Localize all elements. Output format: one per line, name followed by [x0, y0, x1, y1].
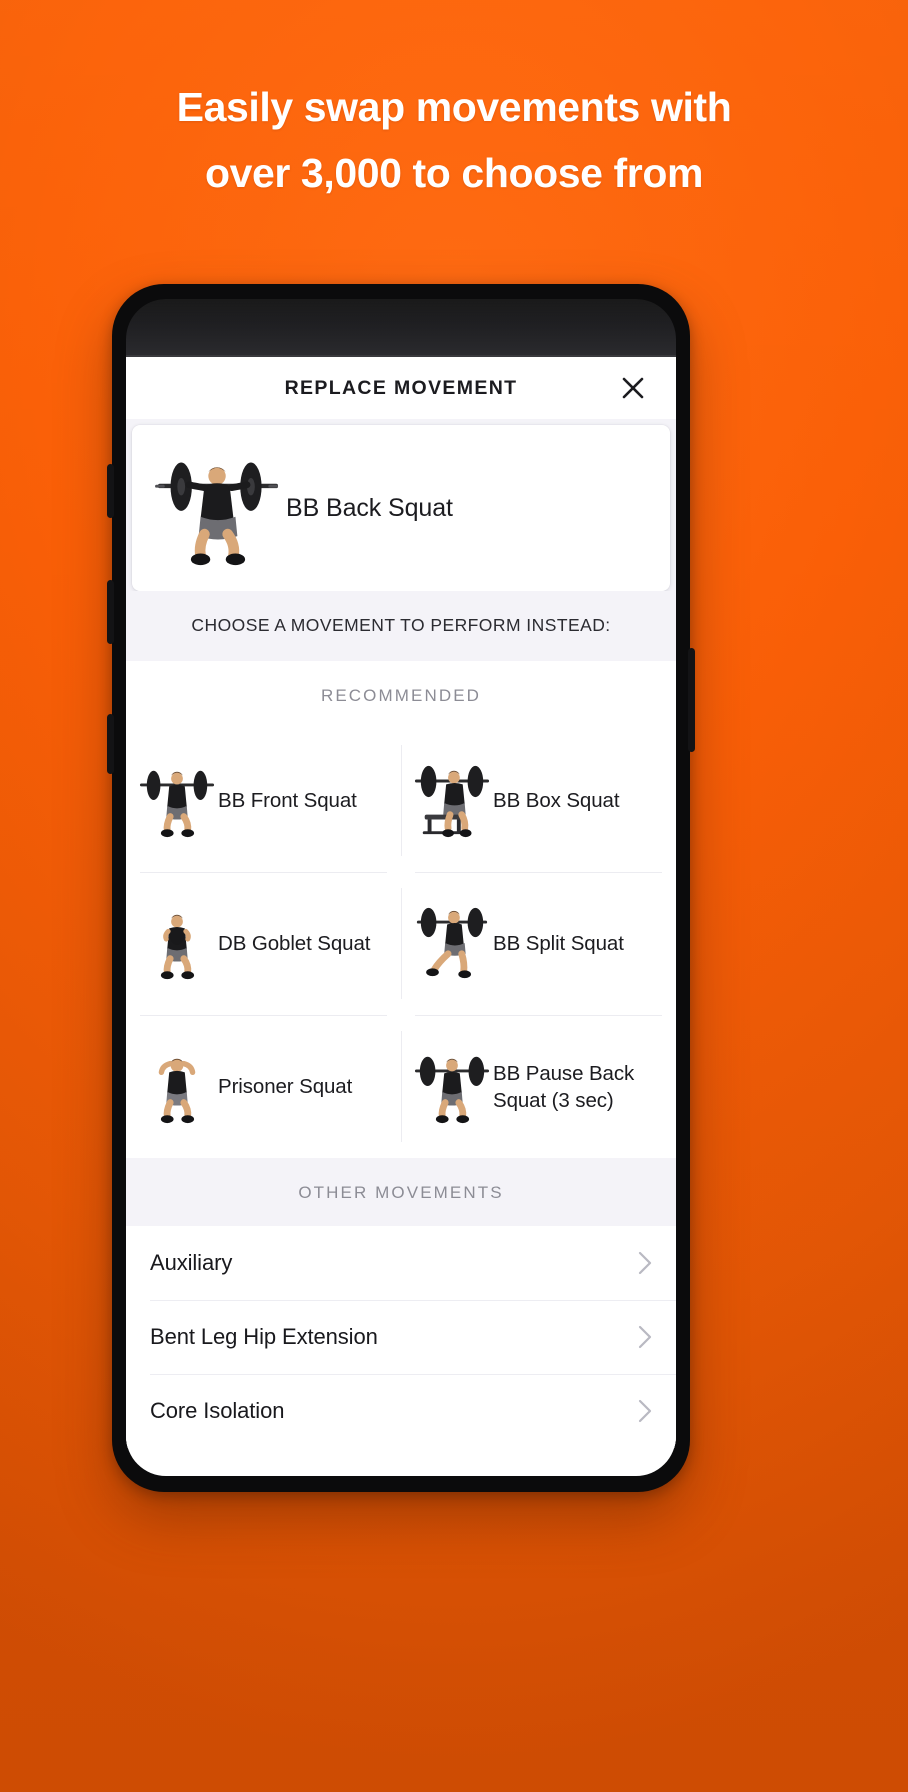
- recommended-item-bb-box-squat[interactable]: BB Box Squat: [401, 729, 676, 872]
- chevron-right-icon: [637, 1323, 654, 1351]
- recommended-item-label: BB Split Squat: [493, 932, 624, 955]
- other-movements-section: OTHER MOVEMENTS Auxiliary Bent Leg Hip E…: [126, 1158, 676, 1448]
- recommended-section-label: RECOMMENDED: [320, 686, 482, 705]
- other-movements-list: Auxiliary Bent Leg Hip Extension Core Is…: [126, 1226, 676, 1448]
- current-movement-name: BB Back Squat: [286, 493, 453, 522]
- recommended-item-label: Prisoner Squat: [218, 1075, 353, 1098]
- recommended-item-label: BB Box Squat: [493, 789, 620, 812]
- recommended-grid: BB Front Squat BB Box Squat DB Goblet Sq…: [126, 729, 676, 1158]
- list-item-auxiliary[interactable]: Auxiliary: [126, 1226, 676, 1300]
- chevron-right-icon: [637, 1249, 654, 1277]
- barbell-back-squat-figure: [150, 447, 286, 569]
- recommended-item-db-goblet-squat[interactable]: DB Goblet Squat: [126, 872, 401, 1015]
- other-movements-section-label: OTHER MOVEMENTS: [298, 1183, 504, 1202]
- recommended-item-label: BB Pause Back Squat (3 sec): [493, 1061, 635, 1112]
- dumbbell-goblet-squat-figure: [136, 905, 218, 983]
- volume-up-button[interactable]: [107, 464, 114, 518]
- current-movement-card[interactable]: BB Back Squat: [132, 425, 670, 591]
- current-movement-section: BB Back Squat: [126, 419, 676, 591]
- list-item-bent-leg-hip-extension[interactable]: Bent Leg Hip Extension: [126, 1300, 676, 1374]
- barbell-split-squat-figure: [411, 905, 493, 983]
- list-item-label: Bent Leg Hip Extension: [150, 1324, 378, 1349]
- recommended-section: RECOMMENDED BB Front Squat BB Box Squat …: [126, 661, 676, 1158]
- promo-headline: Easily swap movements with over 3,000 to…: [0, 74, 908, 206]
- instruction-text: CHOOSE A MOVEMENT TO PERFORM INSTEAD:: [191, 615, 611, 635]
- close-icon: [622, 377, 644, 399]
- recommended-item-bb-front-squat[interactable]: BB Front Squat: [126, 729, 401, 872]
- barbell-box-squat-figure: [411, 762, 493, 840]
- recommended-item-label: DB Goblet Squat: [218, 932, 371, 955]
- page-title: REPLACE MOVEMENT: [284, 376, 518, 399]
- headline-line-2: over 3,000 to choose from: [204, 150, 704, 196]
- recommended-item-bb-pause-back-squat[interactable]: BB Pause Back Squat (3 sec): [401, 1015, 676, 1158]
- status-bar: [126, 299, 676, 357]
- recommended-item-label: BB Front Squat: [218, 789, 357, 812]
- list-item-label: Core Isolation: [150, 1398, 285, 1423]
- barbell-pause-back-squat-figure: [411, 1048, 493, 1126]
- instruction-band: CHOOSE A MOVEMENT TO PERFORM INSTEAD:: [126, 591, 676, 661]
- phone-mockup: REPLACE MOVEMENT BB Back Squat CHOOSE A …: [107, 284, 695, 1492]
- chevron-right-icon: [637, 1397, 654, 1425]
- prisoner-squat-figure: [136, 1048, 218, 1126]
- list-item-label: Auxiliary: [150, 1250, 233, 1275]
- close-button[interactable]: [612, 367, 654, 409]
- modal-header: REPLACE MOVEMENT: [126, 357, 676, 419]
- list-item-core-isolation[interactable]: Core Isolation: [126, 1374, 676, 1448]
- phone-screen: REPLACE MOVEMENT BB Back Squat CHOOSE A …: [126, 299, 676, 1476]
- volume-down-button[interactable]: [107, 580, 114, 644]
- app-screen: REPLACE MOVEMENT BB Back Squat CHOOSE A …: [126, 357, 676, 1476]
- barbell-front-squat-figure: [136, 762, 218, 840]
- power-button[interactable]: [688, 648, 695, 752]
- recommended-item-prisoner-squat[interactable]: Prisoner Squat: [126, 1015, 401, 1158]
- assistant-button[interactable]: [107, 714, 114, 774]
- recommended-item-bb-split-squat[interactable]: BB Split Squat: [401, 872, 676, 1015]
- headline-line-1: Easily swap movements with: [176, 84, 732, 130]
